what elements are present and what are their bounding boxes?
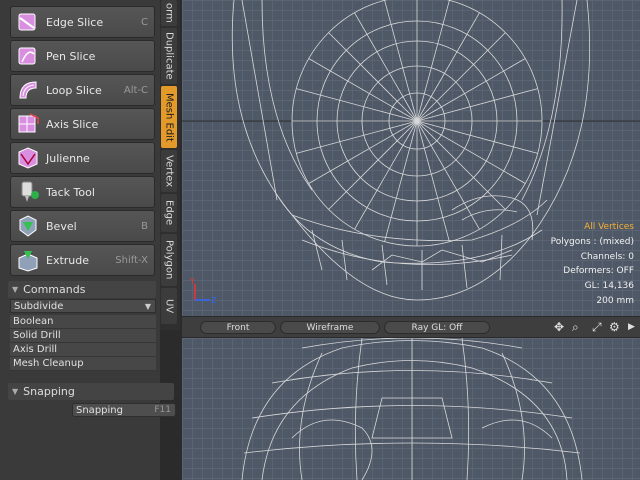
- tab-label: UV: [163, 298, 175, 314]
- fit-view-icon[interactable]: ⤢: [592, 320, 602, 335]
- wireframe-spoke: [416, 32, 506, 122]
- wireframe-spoke: [416, 120, 538, 154]
- dropdown-value: Subdivide: [14, 300, 64, 312]
- snapping-section-header[interactable]: ▼ Snapping: [8, 383, 174, 400]
- tab-label: Vertex: [163, 154, 175, 188]
- wireframe-spoke: [384, 120, 418, 242]
- tab-label: Polygon: [163, 240, 175, 280]
- extrude-icon: [16, 248, 40, 272]
- deformers-info: Deformers: OFF: [563, 266, 634, 276]
- collapse-triangle-icon: ▼: [12, 387, 19, 396]
- tack-tool-button[interactable]: Tack Tool: [10, 176, 155, 208]
- tool-label: Axis Slice: [46, 117, 99, 131]
- tool-shortcut: B: [141, 220, 148, 232]
- render-mode-label: Ray GL: Off: [411, 322, 463, 333]
- wireframe-spoke: [296, 120, 418, 154]
- settings-gear-icon[interactable]: ⚙: [609, 320, 620, 334]
- svg-text:Z: Z: [211, 296, 217, 305]
- svg-text:Y: Y: [190, 277, 195, 286]
- wireframe-spoke: [328, 120, 418, 210]
- pen-slice-button[interactable]: Pen Slice: [10, 40, 155, 72]
- shading-mode-button[interactable]: Wireframe: [280, 321, 380, 334]
- view-type-label: Front: [226, 322, 250, 333]
- viewport-bottom[interactable]: [182, 338, 640, 480]
- bevel-icon: [16, 214, 40, 238]
- commands-list: Subdivide ▼ Boolean Solid Drill Axis Dri…: [10, 299, 156, 371]
- tab-label: Mesh Edit: [163, 92, 175, 142]
- viewport-top[interactable]: Y Z All Vertices Polygons : (mixed) Chan…: [182, 0, 640, 316]
- tool-shortcut: C: [141, 16, 148, 28]
- axis-gizmo-icon: Y Z: [190, 277, 217, 305]
- tab-label: Duplicate: [163, 32, 175, 80]
- wireframe-spoke: [416, 88, 538, 122]
- commands-section-header[interactable]: ▼ Commands: [8, 281, 156, 298]
- expand-arrow-icon[interactable]: ▶: [628, 322, 635, 332]
- tool-label: Loop Slice: [46, 83, 102, 97]
- axis-slice-button[interactable]: Axis Slice: [10, 108, 155, 140]
- move-view-icon[interactable]: ✥: [554, 320, 564, 334]
- axis-drill-command[interactable]: Axis Drill: [10, 343, 156, 357]
- wireframe-spoke: [328, 32, 418, 122]
- tab-edge[interactable]: Edge: [161, 194, 177, 232]
- selection-mode-label: All Vertices: [584, 222, 634, 232]
- mesh-cleanup-command[interactable]: Mesh Cleanup: [10, 357, 156, 371]
- julienne-button[interactable]: Julienne: [10, 142, 155, 174]
- channels-info: Channels: 0: [580, 252, 634, 262]
- snapping-label: Snapping: [76, 404, 123, 416]
- chevron-down-icon: ▼: [144, 301, 151, 311]
- tab-polygon[interactable]: Polygon: [161, 234, 177, 286]
- tab-mesh-edit[interactable]: Mesh Edit: [161, 86, 177, 148]
- tab-uv[interactable]: UV: [161, 288, 177, 324]
- tool-shortcut: Alt-C: [123, 84, 148, 96]
- view-type-button[interactable]: Front: [200, 321, 276, 334]
- tab-duplicate[interactable]: Duplicate: [161, 28, 177, 84]
- edge-slice-icon: [16, 10, 40, 34]
- collapse-triangle-icon: ▼: [12, 285, 19, 294]
- tool-label: Pen Slice: [46, 49, 96, 63]
- tool-label: Bevel: [46, 219, 77, 233]
- tab-label: orm: [163, 3, 175, 23]
- boolean-command[interactable]: Boolean: [10, 315, 156, 329]
- grid-scale-info: 200 mm: [596, 296, 634, 306]
- loop-slice-icon: [16, 78, 40, 102]
- tab-label: Edge: [163, 200, 175, 226]
- render-mode-button[interactable]: Ray GL: Off: [384, 321, 490, 334]
- tab-vertex[interactable]: Vertex: [161, 150, 177, 192]
- tack-tool-icon: [16, 180, 40, 204]
- loop-slice-button[interactable]: Loop Slice Alt-C: [10, 74, 155, 106]
- wireframe-spoke: [416, 120, 450, 242]
- snapping-title: Snapping: [23, 385, 75, 398]
- snapping-shortcut: F11: [154, 405, 171, 415]
- axis-slice-icon: [16, 112, 40, 136]
- bevel-button[interactable]: Bevel B: [10, 210, 155, 242]
- edge-slice-button[interactable]: Edge Slice C: [10, 6, 155, 38]
- tool-shortcut: Shift-X: [115, 254, 148, 266]
- gl-count-info: GL: 14,136: [584, 281, 634, 291]
- solid-drill-command[interactable]: Solid Drill: [10, 329, 156, 343]
- zoom-view-icon[interactable]: ⌕: [572, 320, 579, 335]
- tool-label: Edge Slice: [46, 15, 104, 29]
- wireframe-spoke: [296, 88, 418, 122]
- commands-title: Commands: [23, 283, 86, 296]
- tool-label: Julienne: [46, 151, 90, 165]
- polygons-info: Polygons : (mixed): [550, 237, 634, 247]
- subdivide-dropdown[interactable]: Subdivide ▼: [10, 299, 156, 313]
- wireframe-spoke: [416, 0, 450, 122]
- julienne-icon: [16, 146, 40, 170]
- wireframe-spoke: [384, 0, 418, 122]
- tool-label: Tack Tool: [46, 185, 95, 199]
- snapping-button[interactable]: Snapping F11: [72, 403, 176, 417]
- tool-label: Extrude: [46, 253, 90, 267]
- shading-mode-label: Wireframe: [306, 322, 354, 333]
- extrude-button[interactable]: Extrude Shift-X: [10, 244, 155, 276]
- tab-form[interactable]: orm: [161, 0, 177, 26]
- viewport-toolbar: Front Wireframe Ray GL: Off ✥ ⌕ ⤢ ⚙ ▶: [182, 316, 640, 338]
- wireframe-mesh-bottom: [241, 338, 583, 480]
- pen-slice-icon: [16, 44, 40, 68]
